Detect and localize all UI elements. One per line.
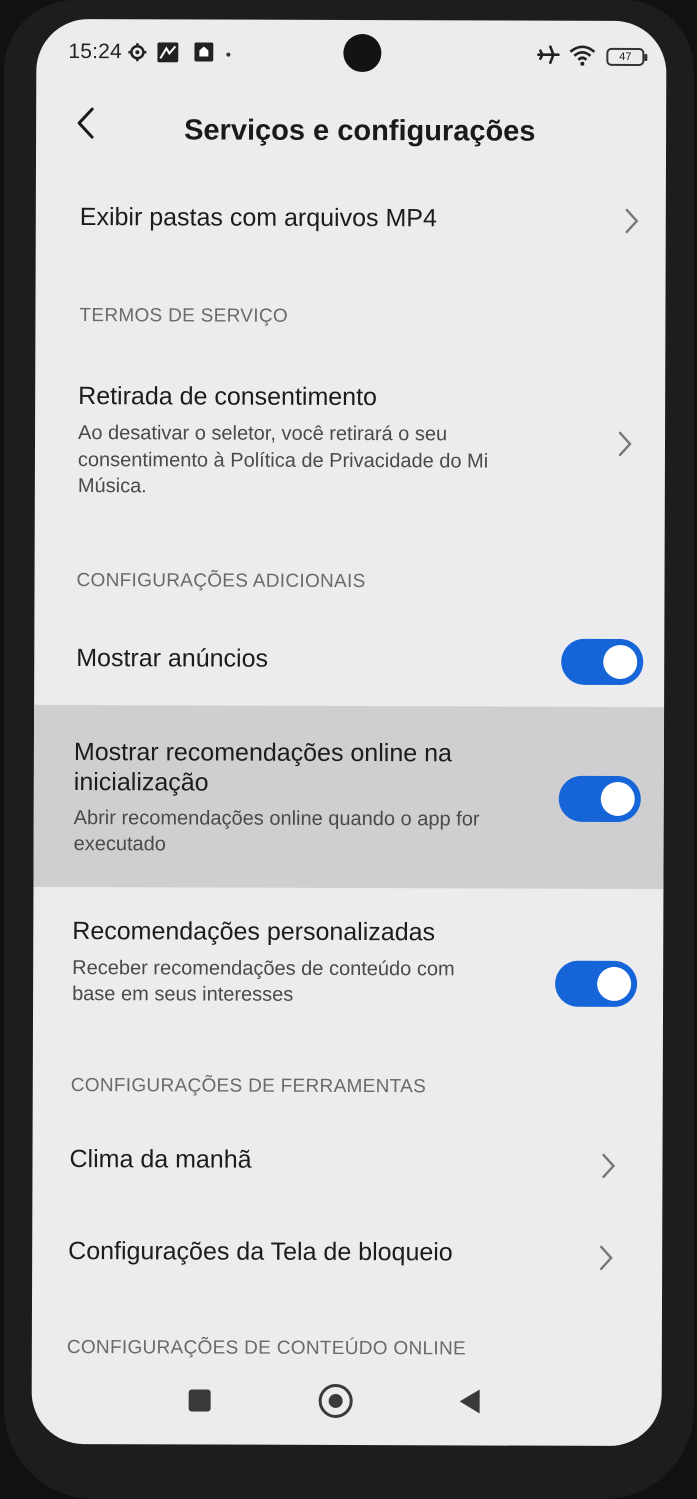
consent-subtitle-line2: consentimento à Política de Privacidade … xyxy=(77,449,489,473)
section-terms-label: TERMOS DE SERVIÇO xyxy=(79,305,289,327)
online-recs-toggle[interactable] xyxy=(558,775,641,823)
dot-icon xyxy=(225,43,231,67)
personalized-recs-subtitle-line1: Receber recomendações de conteúdo com xyxy=(72,957,455,981)
phone-frame: 15:24 47 Serviços e configurações Exibir… xyxy=(4,0,694,1499)
lockscreen-settings-row[interactable]: Configurações da Tela de bloqueio xyxy=(32,1219,662,1297)
mp4-folders-title: Exibir pastas com arquivos MP4 xyxy=(79,203,437,233)
system-nav-bar xyxy=(32,1364,662,1436)
online-recs-title-line1: Mostrar recomendações online na xyxy=(73,738,452,768)
online-recs-subtitle-line1: Abrir recomendações online quando o app … xyxy=(73,807,480,831)
status-time: 15:24 xyxy=(68,40,122,64)
back-button[interactable] xyxy=(70,103,110,153)
online-recommendations-row[interactable]: Mostrar recomendações online na iniciali… xyxy=(33,705,664,889)
app-icon xyxy=(194,42,214,65)
toggle-knob xyxy=(600,781,635,816)
chevron-left-icon xyxy=(77,107,94,139)
consent-subtitle-line3: Música. xyxy=(77,475,147,498)
gear-icon xyxy=(127,42,147,66)
consent-subtitle-line1: Ao desativar o seletor, você retirará o … xyxy=(78,422,448,446)
personalized-recs-title: Recomendações personalizadas xyxy=(72,917,436,947)
consent-title: Retirada de consentimento xyxy=(78,382,378,412)
lockscreen-title: Configurações da Tela de bloqueio xyxy=(68,1237,453,1267)
front-camera xyxy=(343,33,382,73)
section-additional-label: CONFIGURAÇÕES ADICIONAIS xyxy=(76,570,366,593)
toggle-knob xyxy=(597,966,632,1001)
chevron-right-icon xyxy=(615,429,635,459)
chevron-right-icon xyxy=(598,1151,618,1181)
section-online-label: CONFIGURAÇÕES DE CONTEÚDO ONLINE xyxy=(66,1337,467,1360)
morning-weather-title: Clima da manhã xyxy=(69,1145,252,1174)
show-ads-toggle[interactable] xyxy=(561,638,644,686)
recents-square-icon[interactable] xyxy=(188,1389,211,1412)
status-bar: 15:24 47 xyxy=(36,19,666,91)
morning-weather-row[interactable]: Clima da manhã xyxy=(32,1127,662,1205)
screen: 15:24 47 Serviços e configurações Exibir… xyxy=(31,18,667,1447)
battery-icon: 47 xyxy=(606,47,645,67)
show-ads-title: Mostrar anúncios xyxy=(76,644,269,673)
section-tools-label: CONFIGURAÇÕES DE FERRAMENTAS xyxy=(70,1075,427,1098)
airplane-icon xyxy=(536,44,560,70)
chevron-right-icon xyxy=(622,206,642,236)
notification-icon xyxy=(157,42,179,66)
mp4-folders-row[interactable]: Exibir pastas com arquivos MP4 xyxy=(36,184,666,256)
personalized-recs-subtitle-line2: base em seus interesses xyxy=(72,983,294,1006)
home-circle-icon[interactable] xyxy=(318,1383,353,1419)
online-recs-subtitle-line2: executado xyxy=(73,833,166,856)
chevron-right-icon xyxy=(596,1243,616,1273)
personalized-recs-toggle[interactable] xyxy=(555,960,638,1008)
personalized-recommendations-row[interactable]: Recomendações personalizadas Receber rec… xyxy=(33,899,663,1021)
online-recs-title-line2: inicialização xyxy=(73,768,209,797)
toggle-knob xyxy=(603,644,638,680)
wifi-icon xyxy=(568,44,596,70)
show-ads-row[interactable]: Mostrar anúncios xyxy=(34,629,664,707)
consent-withdrawal-row[interactable]: Retirada de consentimento Ao desativar o… xyxy=(35,369,665,511)
page-title: Serviços e configurações xyxy=(184,114,536,148)
back-triangle-icon[interactable] xyxy=(459,1389,480,1414)
